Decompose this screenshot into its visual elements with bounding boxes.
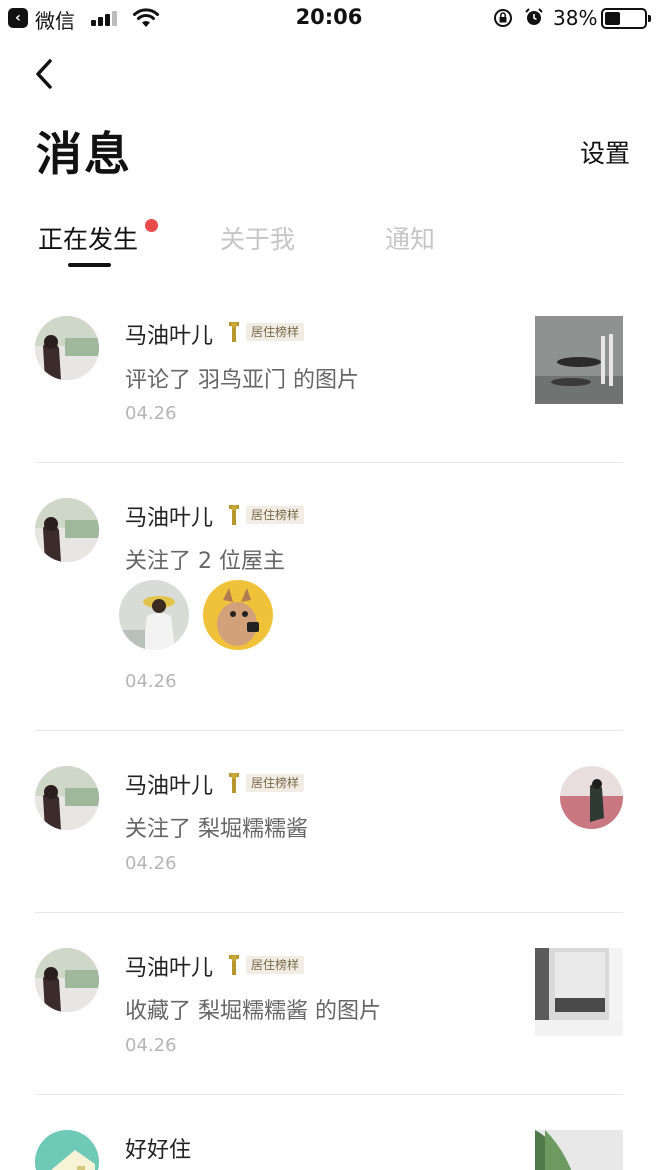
user-avatar[interactable] <box>35 766 99 830</box>
divider <box>35 462 623 463</box>
battery-percent: 38% <box>553 6 598 30</box>
active-tab-indicator <box>68 263 111 267</box>
unread-dot <box>145 219 158 232</box>
page-title: 消息 <box>36 127 132 181</box>
divider <box>35 730 623 731</box>
role-badge: 居住榜样 <box>226 320 305 344</box>
role-badge: 居住榜样 <box>226 953 305 977</box>
username[interactable]: 马油叶儿 <box>125 768 213 800</box>
alarm-icon <box>525 8 543 25</box>
username[interactable]: 马油叶儿 <box>125 500 213 532</box>
trophy-icon <box>229 773 239 793</box>
badge-label: 居住榜样 <box>246 506 305 524</box>
activity-date: 04.26 <box>125 1035 177 1056</box>
user-avatar[interactable] <box>35 316 99 380</box>
username[interactable]: 马油叶儿 <box>125 318 213 350</box>
badge-label: 居住榜样 <box>246 774 305 792</box>
followed-user-avatar[interactable] <box>203 580 273 650</box>
photo-thumbnail[interactable] <box>535 948 623 1036</box>
status-bar: ‹ 微信 20:06 38% <box>0 0 658 38</box>
activity-date: 04.26 <box>125 671 177 692</box>
activity-text: 关注了 梨堀糯糯酱 <box>125 817 308 842</box>
trophy-icon <box>229 505 239 525</box>
activity-text: 评论了 羽鸟亚门 的图片 <box>125 368 359 393</box>
divider <box>35 912 623 913</box>
badge-label: 居住榜样 <box>246 956 305 974</box>
username[interactable]: 马油叶儿 <box>125 950 213 982</box>
role-badge: 居住榜样 <box>226 771 305 795</box>
followed-user-avatar[interactable] <box>119 580 189 650</box>
tab-notifications[interactable]: 通知 <box>385 220 435 256</box>
activity-date: 04.26 <box>125 853 177 874</box>
trophy-icon <box>229 955 239 975</box>
followed-user-avatar[interactable] <box>560 766 623 829</box>
photo-thumbnail[interactable] <box>535 316 623 404</box>
activity-text: 关注了 2 位屋主 <box>125 549 285 574</box>
settings-button[interactable]: 设置 <box>580 134 630 170</box>
user-avatar[interactable] <box>35 498 99 562</box>
tab-about-me[interactable]: 关于我 <box>220 220 295 256</box>
role-badge: 居住榜样 <box>226 503 305 527</box>
activity-date: 04.26 <box>125 403 177 424</box>
activity-text: 收藏了 梨堀糯糯酱 的图片 <box>125 999 381 1024</box>
divider <box>35 1094 623 1095</box>
trophy-icon <box>229 322 239 342</box>
battery-icon <box>601 8 651 29</box>
user-avatar[interactable] <box>35 948 99 1012</box>
rotation-lock-icon <box>494 9 512 27</box>
tab-happening[interactable]: 正在发生 <box>38 220 138 256</box>
photo-thumbnail[interactable] <box>535 1130 623 1170</box>
user-avatar[interactable] <box>35 1130 99 1170</box>
username[interactable]: 好好住 <box>125 1132 191 1164</box>
back-arrow-icon[interactable] <box>30 55 62 95</box>
badge-label: 居住榜样 <box>246 323 305 341</box>
